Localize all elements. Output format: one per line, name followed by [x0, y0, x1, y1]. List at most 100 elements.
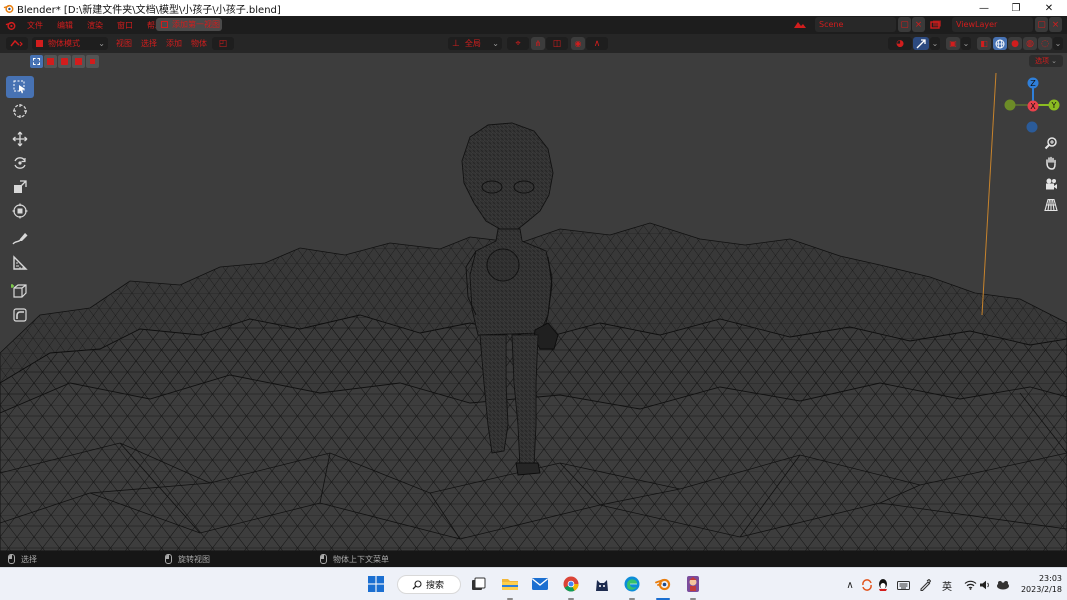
- new-view-layer-button[interactable]: ▢: [1035, 17, 1048, 32]
- scene-type-icon[interactable]: [793, 17, 813, 32]
- menu-view[interactable]: 视图: [116, 37, 132, 50]
- annotate-icon: [12, 233, 28, 245]
- tray-sync-icon[interactable]: [860, 577, 874, 593]
- scene-name: Scene: [819, 20, 844, 29]
- rendered-shading-button[interactable]: ◌: [1038, 37, 1052, 50]
- navigation-gizmo[interactable]: Z Y X: [1000, 74, 1064, 138]
- gizmos-dropdown[interactable]: ⌄: [930, 37, 940, 50]
- overlays-toggle[interactable]: ▣: [946, 37, 960, 50]
- add-cube-tool[interactable]: [6, 280, 34, 302]
- task-view-button[interactable]: [468, 574, 488, 594]
- visibility-dropdown[interactable]: ◕: [888, 37, 912, 50]
- workspace-tab[interactable]: 添加第一视图: [156, 18, 222, 31]
- view-layer-selector[interactable]: ViewLayer: [952, 17, 1033, 32]
- 3d-viewport[interactable]: 选项 ⌄ Z Y X: [0, 53, 1067, 551]
- chrome-button[interactable]: [561, 574, 581, 594]
- object-gizmo-dropdown[interactable]: ◰: [212, 37, 234, 50]
- zoom-button[interactable]: [1041, 133, 1061, 153]
- gizmos-toggle[interactable]: [913, 37, 929, 50]
- move-tool[interactable]: [6, 128, 34, 150]
- close-button[interactable]: ✕: [1033, 0, 1065, 16]
- editor-type-button[interactable]: [6, 37, 28, 50]
- menu-edit[interactable]: 编辑: [50, 20, 80, 31]
- delete-scene-button[interactable]: ×: [912, 17, 925, 32]
- shading-dropdown[interactable]: ⌄: [1053, 37, 1063, 50]
- select-invert-button[interactable]: [72, 55, 85, 68]
- minimize-button[interactable]: —: [968, 0, 1000, 16]
- select-box-tool[interactable]: [6, 76, 34, 98]
- menu-select[interactable]: 选择: [141, 37, 157, 50]
- proportional-falloff-button[interactable]: ∧: [586, 37, 608, 50]
- app-cat-button[interactable]: [592, 574, 612, 594]
- clock-date: 2023/2/18: [1020, 585, 1062, 594]
- menu-add[interactable]: 添加: [166, 37, 182, 50]
- solid-shading-button[interactable]: ●: [1008, 37, 1022, 50]
- transform-tool[interactable]: [6, 200, 34, 222]
- menu-render[interactable]: 渲染: [80, 20, 110, 31]
- negative-z-axis-ball[interactable]: [1026, 121, 1038, 133]
- taskbar-search[interactable]: 搜索: [397, 575, 461, 594]
- tray-qq-icon[interactable]: [876, 577, 890, 593]
- wireframe-shading-button[interactable]: [993, 37, 1007, 50]
- blender-menu-icon[interactable]: [0, 16, 20, 34]
- blender-taskbar-button[interactable]: [653, 574, 673, 594]
- annotate-tool[interactable]: [6, 228, 34, 250]
- edge-button[interactable]: [622, 574, 642, 594]
- camera-view-button[interactable]: [1041, 174, 1061, 194]
- add-shape-tool[interactable]: [6, 304, 34, 326]
- perspective-toggle-button[interactable]: [1041, 195, 1061, 215]
- negative-y-axis-ball[interactable]: [1004, 99, 1016, 111]
- workspace-tab-icon: [161, 21, 168, 28]
- character-app-icon: [687, 576, 699, 592]
- delete-view-layer-button[interactable]: ×: [1049, 17, 1062, 32]
- view-layer-name: ViewLayer: [956, 20, 998, 29]
- mouse-middle-icon: [165, 554, 172, 564]
- add-cube-icon: [11, 284, 27, 298]
- battery-icon[interactable]: [994, 577, 1012, 593]
- tray-ime-label[interactable]: 英: [939, 577, 955, 593]
- xray-toggle[interactable]: ◧: [977, 37, 991, 50]
- select-subtract-button[interactable]: [58, 55, 71, 68]
- tray-overflow-button[interactable]: ∧: [844, 577, 856, 593]
- select-extend-button[interactable]: [44, 55, 57, 68]
- transform-orientation-selector[interactable]: ⊥ 全局 ⌄: [448, 37, 502, 50]
- measure-tool[interactable]: [6, 252, 34, 274]
- material-shading-button[interactable]: ◍: [1023, 37, 1037, 50]
- folder-icon: [502, 579, 518, 590]
- new-scene-button[interactable]: ▢: [898, 17, 911, 32]
- mode-selector[interactable]: 物体模式 ⌄: [32, 37, 108, 50]
- snap-target-button[interactable]: ◫: [546, 37, 568, 50]
- file-explorer-button[interactable]: [500, 574, 520, 594]
- view-layer-icon[interactable]: [930, 17, 950, 32]
- pivot-point-button[interactable]: ⌖: [507, 37, 529, 50]
- volume-icon[interactable]: [978, 577, 992, 593]
- select-box-icon: [13, 80, 25, 94]
- cursor-tool[interactable]: [6, 100, 34, 122]
- scene-selector[interactable]: Scene: [815, 17, 896, 32]
- tray-pen-icon[interactable]: [917, 577, 933, 593]
- taskbar-clock[interactable]: 23:03 2023/2/18: [1016, 573, 1062, 595]
- windows-taskbar: 搜索 ∧ 英 23:03 2023/2/18: [0, 567, 1067, 600]
- proportional-edit-toggle[interactable]: ◉: [571, 37, 585, 50]
- character-app-button[interactable]: [683, 574, 703, 594]
- maximize-button[interactable]: ❐: [1000, 0, 1032, 16]
- search-icon: [412, 579, 422, 589]
- tray-keyboard-icon[interactable]: [895, 577, 911, 593]
- z-axis-label: Z: [1030, 79, 1036, 88]
- snap-toggle[interactable]: ⋔: [531, 37, 545, 50]
- cursor-icon: [13, 104, 27, 118]
- pan-button[interactable]: [1041, 153, 1061, 173]
- rotate-tool[interactable]: [6, 152, 34, 174]
- options-dropdown[interactable]: 选项 ⌄: [1029, 55, 1063, 67]
- menu-file[interactable]: 文件: [20, 20, 50, 31]
- menu-window[interactable]: 窗口: [110, 20, 140, 31]
- start-button[interactable]: [366, 574, 386, 594]
- scale-tool[interactable]: [6, 176, 34, 198]
- select-new-button[interactable]: [30, 55, 43, 68]
- menu-object[interactable]: 物体: [191, 37, 207, 50]
- blender-logo-icon: [0, 0, 16, 16]
- wifi-icon[interactable]: [962, 577, 978, 593]
- mail-button[interactable]: [530, 574, 550, 594]
- overlays-dropdown[interactable]: ⌄: [961, 37, 971, 50]
- select-intersect-button[interactable]: [86, 55, 99, 68]
